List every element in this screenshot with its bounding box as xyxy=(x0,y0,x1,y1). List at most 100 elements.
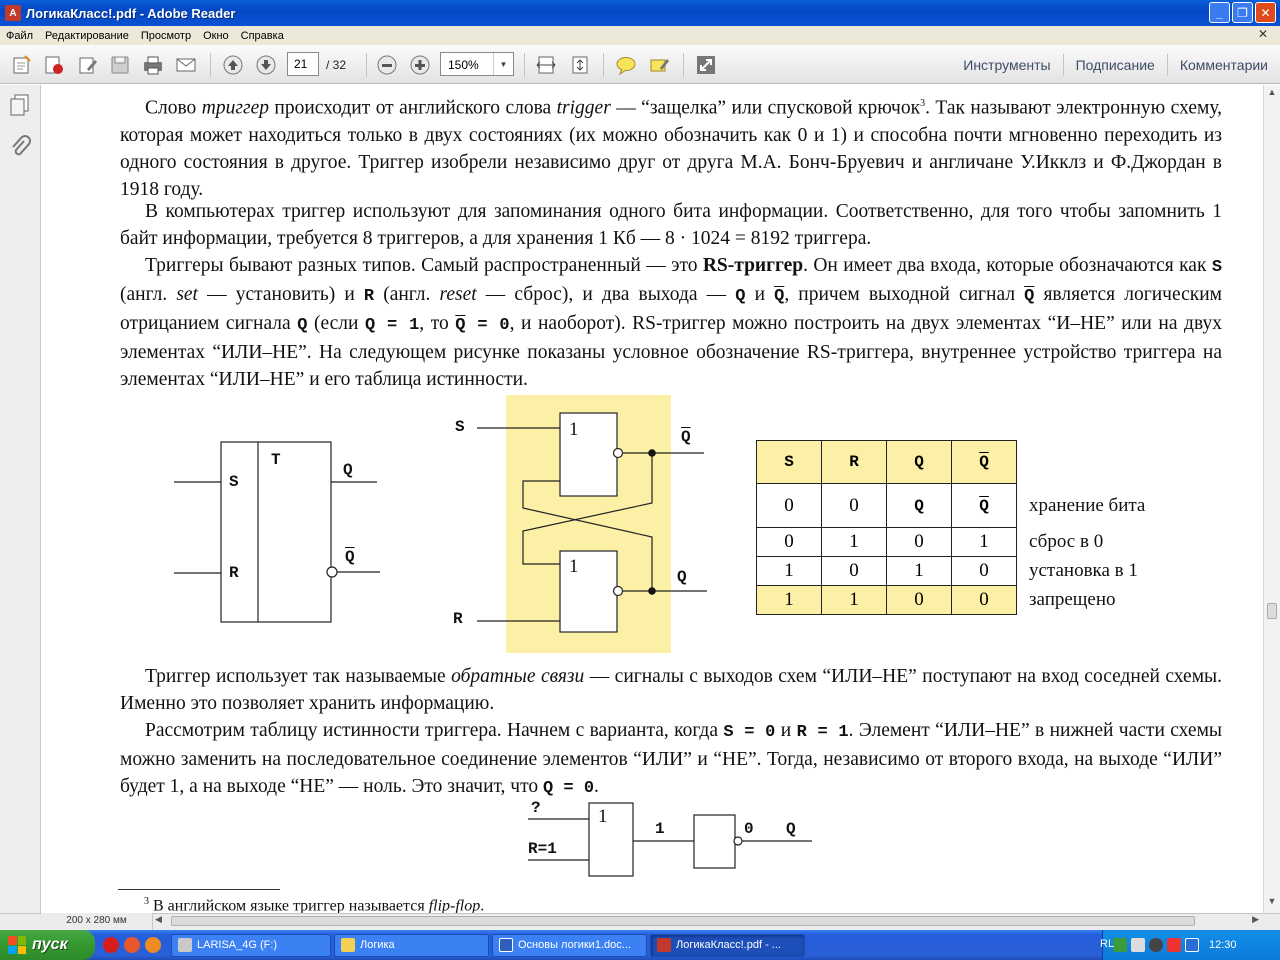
table-cell: 0 xyxy=(886,527,952,557)
task-word[interactable]: Основы логики1.doc... xyxy=(492,933,647,957)
paragraph-5: Рассмотрим таблицу истинности триггера. … xyxy=(120,720,1223,798)
h-scroll-thumb[interactable] xyxy=(171,916,1195,926)
fig2-q-label: Q xyxy=(677,568,687,586)
adobe-reader-icon: A xyxy=(5,5,21,21)
browser-icon[interactable] xyxy=(124,937,140,953)
pages-icon[interactable] xyxy=(9,93,31,122)
table-cell: 1 xyxy=(821,527,887,557)
print-icon[interactable] xyxy=(141,53,165,77)
comment-icon[interactable] xyxy=(614,53,638,77)
table-header: Q xyxy=(951,440,1017,484)
tray-icon[interactable] xyxy=(1131,938,1145,952)
system-tray: 12:30 xyxy=(1102,930,1280,960)
footnote-separator xyxy=(118,889,280,890)
fig3-r-input-label: R=1 xyxy=(528,840,557,858)
tray-icon[interactable] xyxy=(1149,938,1163,952)
menu-view[interactable]: Просмотр xyxy=(135,30,197,42)
table-header: Q xyxy=(886,440,952,484)
fig3-gate-label: 1 xyxy=(598,806,608,827)
zoom-value: 150% xyxy=(448,58,479,72)
table-comment: сброс в 0 xyxy=(1029,531,1104,552)
maximize-button[interactable]: ❐ xyxy=(1232,2,1253,23)
table-cell: 0 xyxy=(821,483,887,528)
table-cell: 0 xyxy=(951,556,1017,586)
chevron-down-icon[interactable]: ▼ xyxy=(493,53,513,75)
quick-launch xyxy=(103,937,161,953)
open-icon[interactable] xyxy=(10,53,34,77)
table-comment: установка в 1 xyxy=(1029,560,1138,581)
title-bar: A ЛогикаКласс!.pdf - Adobe Reader _ ❐ ✕ xyxy=(0,0,1280,26)
menu-file[interactable]: Файл xyxy=(0,30,39,42)
tray-icon[interactable] xyxy=(1113,938,1127,952)
table-cell: 0 xyxy=(821,556,887,586)
opera-icon[interactable] xyxy=(103,937,119,953)
page-total: / 32 xyxy=(326,58,347,72)
highlight-icon[interactable] xyxy=(647,53,671,77)
zoom-out-icon[interactable] xyxy=(375,53,399,77)
table-cell: 0 xyxy=(886,585,952,615)
start-button[interactable]: пуск xyxy=(0,930,95,960)
table-cell: 0 xyxy=(951,585,1017,615)
scroll-right-icon[interactable]: ▶ xyxy=(1252,914,1259,925)
attachment-icon[interactable] xyxy=(9,135,31,166)
tray-icon[interactable] xyxy=(1167,938,1181,952)
table-cell: 1 xyxy=(951,527,1017,557)
menu-window[interactable]: Окно xyxy=(197,30,235,42)
next-page-icon[interactable] xyxy=(254,53,278,77)
table-cell: 1 xyxy=(756,556,822,586)
taskbar: пуск LARISA_4G (F:) Логика Основы логики… xyxy=(0,930,1280,960)
zoom-select[interactable]: 150% ▼ xyxy=(440,52,514,76)
scroll-left-icon[interactable]: ◀ xyxy=(155,914,162,925)
fig1-box xyxy=(220,441,332,623)
firefox-icon[interactable] xyxy=(145,937,161,953)
fig1-t-label: T xyxy=(271,451,281,469)
tray-icon[interactable] xyxy=(1185,938,1199,952)
table-cell: Q xyxy=(886,483,952,528)
fig3-mid-label: 1 xyxy=(655,820,665,838)
minimize-button[interactable]: _ xyxy=(1209,2,1230,23)
menu-help[interactable]: Справка xyxy=(235,30,290,42)
tab-sign[interactable]: Подписание xyxy=(1064,57,1167,73)
menu-edit[interactable]: Редактирование xyxy=(39,30,135,42)
truth-table: S R Q Q 0 0 Q Q 0 1 0 1 1 0 1 0 1 1 0 0 xyxy=(756,440,1017,615)
menu-close-icon[interactable]: ✕ xyxy=(1252,27,1274,41)
create-pdf-icon[interactable] xyxy=(42,53,66,77)
task-folder[interactable]: Логика xyxy=(334,933,489,957)
prev-page-icon[interactable] xyxy=(221,53,245,77)
table-cell: 1 xyxy=(821,585,887,615)
footnote: 3 В английском языке триггер называется … xyxy=(144,896,485,913)
fig1-r-label: R xyxy=(229,564,239,582)
task-drive[interactable]: LARISA_4G (F:) xyxy=(171,933,331,957)
language-indicator[interactable]: RL xyxy=(1100,938,1114,950)
zoom-in-icon[interactable] xyxy=(408,53,432,77)
fig3-q-input-label: ? xyxy=(531,799,541,817)
close-button[interactable]: ✕ xyxy=(1255,2,1276,23)
vertical-scrollbar[interactable]: ▲ ▼ xyxy=(1263,85,1280,913)
table-cell: 1 xyxy=(886,556,952,586)
scroll-up-icon[interactable]: ▲ xyxy=(1266,87,1278,99)
scroll-thumb[interactable] xyxy=(1267,603,1277,619)
word-icon xyxy=(499,938,513,952)
fit-page-icon[interactable] xyxy=(568,53,592,77)
pdf-icon xyxy=(657,938,671,952)
navigation-panel xyxy=(0,85,41,913)
scroll-down-icon[interactable]: ▼ xyxy=(1266,896,1278,908)
clock[interactable]: 12:30 xyxy=(1209,939,1237,951)
fig1-qbar-label: Q xyxy=(345,548,355,566)
fig3-q-label: Q xyxy=(786,820,796,838)
edit-icon[interactable] xyxy=(76,53,100,77)
email-icon[interactable] xyxy=(174,53,198,77)
task-adobe[interactable]: ЛогикаКласс!.pdf - ... xyxy=(650,933,805,957)
fullscreen-icon[interactable] xyxy=(694,53,718,77)
table-cell: Q xyxy=(951,483,1017,528)
table-comment: хранение бита xyxy=(1029,495,1146,516)
folder-icon xyxy=(341,938,355,952)
tab-tools[interactable]: Инструменты xyxy=(951,57,1062,73)
save-icon[interactable] xyxy=(108,53,132,77)
page-number-input[interactable]: 21 xyxy=(287,52,319,76)
fig2-gate1-label: 1 xyxy=(569,419,579,440)
tab-comments[interactable]: Комментарии xyxy=(1168,57,1280,73)
windows-logo-icon xyxy=(8,936,26,954)
fit-width-icon[interactable] xyxy=(534,53,558,77)
horizontal-scrollbar[interactable]: ◀ ▶ xyxy=(153,913,1263,930)
